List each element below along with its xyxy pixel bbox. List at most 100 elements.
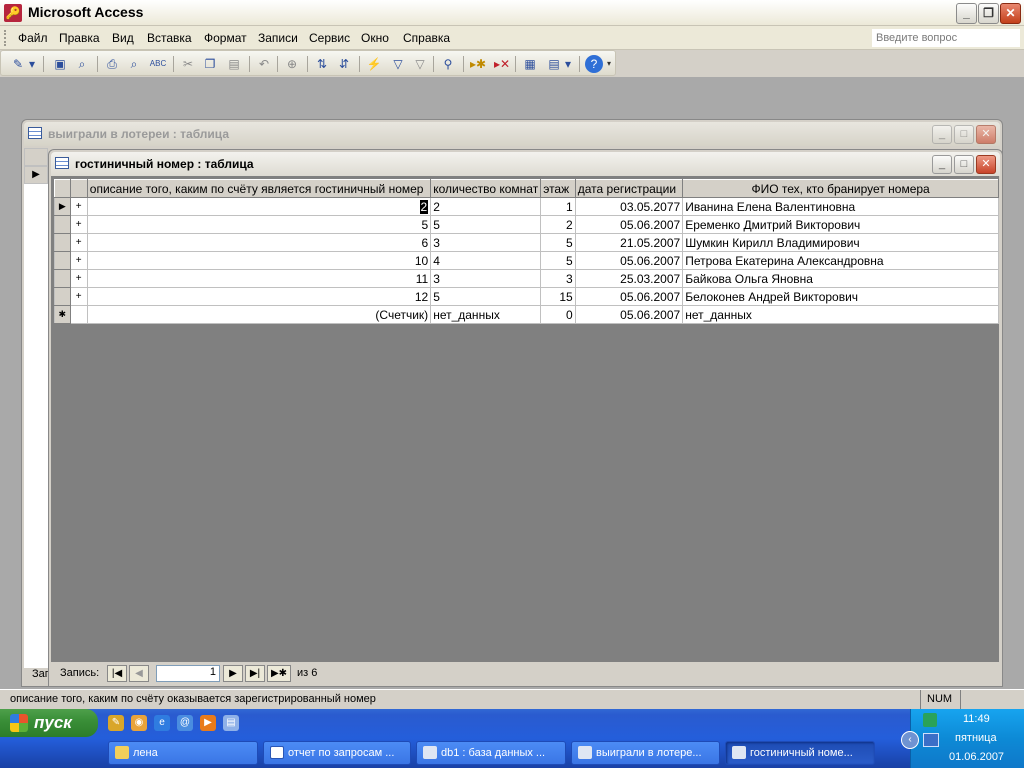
select-all-corner[interactable]: [54, 179, 71, 198]
start-button[interactable]: пуск: [0, 709, 98, 737]
copy-icon[interactable]: ❐: [201, 55, 219, 73]
table-row[interactable]: + 5 5 2 05.06.2007 Еременко Дмитрий Викт…: [54, 215, 999, 234]
cell-rooms[interactable]: 3: [430, 233, 542, 252]
column-header-fio[interactable]: ФИО тех, кто бранирует номера: [682, 179, 999, 198]
cell-date[interactable]: 05.06.2007: [574, 215, 684, 234]
cut-icon[interactable]: ✂: [179, 55, 197, 73]
cell-rooms[interactable]: 5: [430, 287, 542, 306]
toolbar-options-icon[interactable]: ▾: [605, 55, 613, 73]
internet-explorer-icon[interactable]: e: [154, 715, 170, 731]
menu-file[interactable]: Файл: [18, 31, 48, 45]
clock-time[interactable]: 11:49: [963, 713, 990, 725]
cell-fio[interactable]: Петрова Екатерина Александровна: [682, 251, 999, 270]
cell-fio[interactable]: нет_данных: [682, 305, 999, 324]
filter-by-form-icon[interactable]: ▽: [389, 55, 407, 73]
excel-tray-icon[interactable]: [923, 713, 937, 727]
access-key-icon[interactable]: 🔑: [4, 4, 22, 22]
lottery-window-titlebar[interactable]: выиграли в лотереи : таблица _ □ ✕: [24, 122, 1000, 146]
cell-date[interactable]: 21.05.2007: [574, 233, 684, 252]
new-record-icon[interactable]: ✱: [54, 305, 71, 324]
find-icon[interactable]: ⚲: [439, 55, 457, 73]
task-button-lottery[interactable]: выиграли в лотере...: [571, 741, 720, 765]
record-selector[interactable]: [54, 251, 71, 270]
expand-icon[interactable]: +: [69, 251, 88, 270]
help-icon[interactable]: ?: [585, 55, 603, 73]
table-row[interactable]: ▶ + 2 2 1 03.05.2077 Иванина Елена Вален…: [54, 197, 999, 216]
cell-floor[interactable]: 0: [540, 305, 576, 324]
apply-filter-icon[interactable]: ▽: [411, 55, 429, 73]
cell-fio[interactable]: Шумкин Кирилл Владимирович: [682, 233, 999, 252]
hotel-window-titlebar[interactable]: гостиничный номер : таблица _ □ ✕: [51, 152, 1000, 176]
cell-number[interactable]: (Счетчик): [86, 305, 432, 324]
current-record-icon[interactable]: ▶: [54, 197, 71, 216]
close-icon[interactable]: ✕: [1000, 3, 1021, 24]
menu-view[interactable]: Вид: [112, 31, 134, 45]
print-preview-icon[interactable]: ⌕: [125, 55, 143, 73]
table-row[interactable]: + 12 5 15 05.06.2007 Белоконев Андрей Ви…: [54, 287, 999, 306]
menu-window[interactable]: Окно: [361, 31, 389, 45]
menu-insert[interactable]: Вставка: [147, 31, 192, 45]
cell-floor[interactable]: 5: [540, 233, 576, 252]
last-record-icon[interactable]: ▶|: [245, 665, 265, 682]
cell-date[interactable]: 05.06.2007: [574, 305, 684, 324]
new-record-icon[interactable]: ▸✱: [469, 55, 487, 73]
expand-icon[interactable]: +: [69, 197, 88, 216]
sort-ascending-icon[interactable]: ⇅: [313, 55, 331, 73]
chevron-down-icon[interactable]: ▾: [563, 55, 573, 73]
cell-number[interactable]: 12: [86, 287, 432, 306]
chevron-down-icon[interactable]: ▾: [27, 55, 37, 73]
chevron-left-icon[interactable]: ‹: [901, 731, 919, 749]
menu-tools[interactable]: Сервис: [309, 31, 350, 45]
table-row[interactable]: + 11 3 3 25.03.2007 Байкова Ольга Яновна: [54, 269, 999, 288]
pencil-icon[interactable]: ✎: [108, 715, 124, 731]
cell-fio[interactable]: Белоконев Андрей Викторович: [682, 287, 999, 306]
expand-icon[interactable]: +: [69, 269, 88, 288]
cell-fio[interactable]: Еременко Дмитрий Викторович: [682, 215, 999, 234]
expand-icon[interactable]: +: [69, 233, 88, 252]
hyperlink-icon[interactable]: ⊕: [283, 55, 301, 73]
menu-help[interactable]: Справка: [403, 31, 450, 45]
cell-date[interactable]: 25.03.2007: [574, 269, 684, 288]
cell-date[interactable]: 05.06.2007: [574, 251, 684, 270]
undo-icon[interactable]: ↶: [255, 55, 273, 73]
expand-icon[interactable]: +: [69, 215, 88, 234]
next-record-icon[interactable]: ▶: [223, 665, 243, 682]
network-icon[interactable]: [923, 733, 939, 747]
minimize-icon[interactable]: _: [956, 3, 977, 24]
cell-rooms[interactable]: 2: [430, 197, 542, 216]
task-button-database[interactable]: db1 : база данных ...: [416, 741, 566, 765]
cell-rooms[interactable]: 4: [430, 251, 542, 270]
cell-number[interactable]: 5: [86, 215, 432, 234]
cell-fio[interactable]: Байкова Ольга Яновна: [682, 269, 999, 288]
previous-record-icon[interactable]: ◀: [129, 665, 149, 682]
search-file-icon[interactable]: ⌕: [73, 55, 91, 73]
filter-by-selection-icon[interactable]: ⚡: [365, 55, 383, 73]
menu-format[interactable]: Формат: [204, 31, 247, 45]
database-window-icon[interactable]: ▦: [521, 55, 539, 73]
menubar-grip[interactable]: [4, 30, 8, 46]
close-icon[interactable]: ✕: [976, 155, 996, 174]
cell-floor[interactable]: 3: [540, 269, 576, 288]
ask-question-input[interactable]: Введите вопрос: [872, 29, 1020, 47]
outlook-express-icon[interactable]: @: [177, 715, 193, 731]
notepad-icon[interactable]: ▤: [223, 715, 239, 731]
minimize-icon[interactable]: _: [932, 155, 952, 174]
cell-number[interactable]: 10: [86, 251, 432, 270]
minimize-icon[interactable]: _: [932, 125, 952, 144]
maximize-icon[interactable]: □: [954, 155, 974, 174]
cell-number[interactable]: 2: [86, 197, 432, 216]
cell-rooms[interactable]: 5: [430, 215, 542, 234]
task-button-word[interactable]: отчет по запросам ...: [263, 741, 411, 765]
table-row[interactable]: + 6 3 5 21.05.2007 Шумкин Кирилл Владими…: [54, 233, 999, 252]
sort-descending-icon[interactable]: ⇵: [335, 55, 353, 73]
media-player-icon[interactable]: ▶: [200, 715, 216, 731]
cell-floor[interactable]: 15: [540, 287, 576, 306]
expand-icon[interactable]: +: [69, 287, 88, 306]
maximize-icon[interactable]: □: [954, 125, 974, 144]
new-object-icon[interactable]: ▤: [545, 55, 563, 73]
table-row[interactable]: + 10 4 5 05.06.2007 Петрова Екатерина Ал…: [54, 251, 999, 270]
cell-number[interactable]: 6: [86, 233, 432, 252]
menu-edit[interactable]: Правка: [59, 31, 100, 45]
task-button-folder[interactable]: лена: [108, 741, 258, 765]
cell-date[interactable]: 03.05.2077: [574, 197, 684, 216]
